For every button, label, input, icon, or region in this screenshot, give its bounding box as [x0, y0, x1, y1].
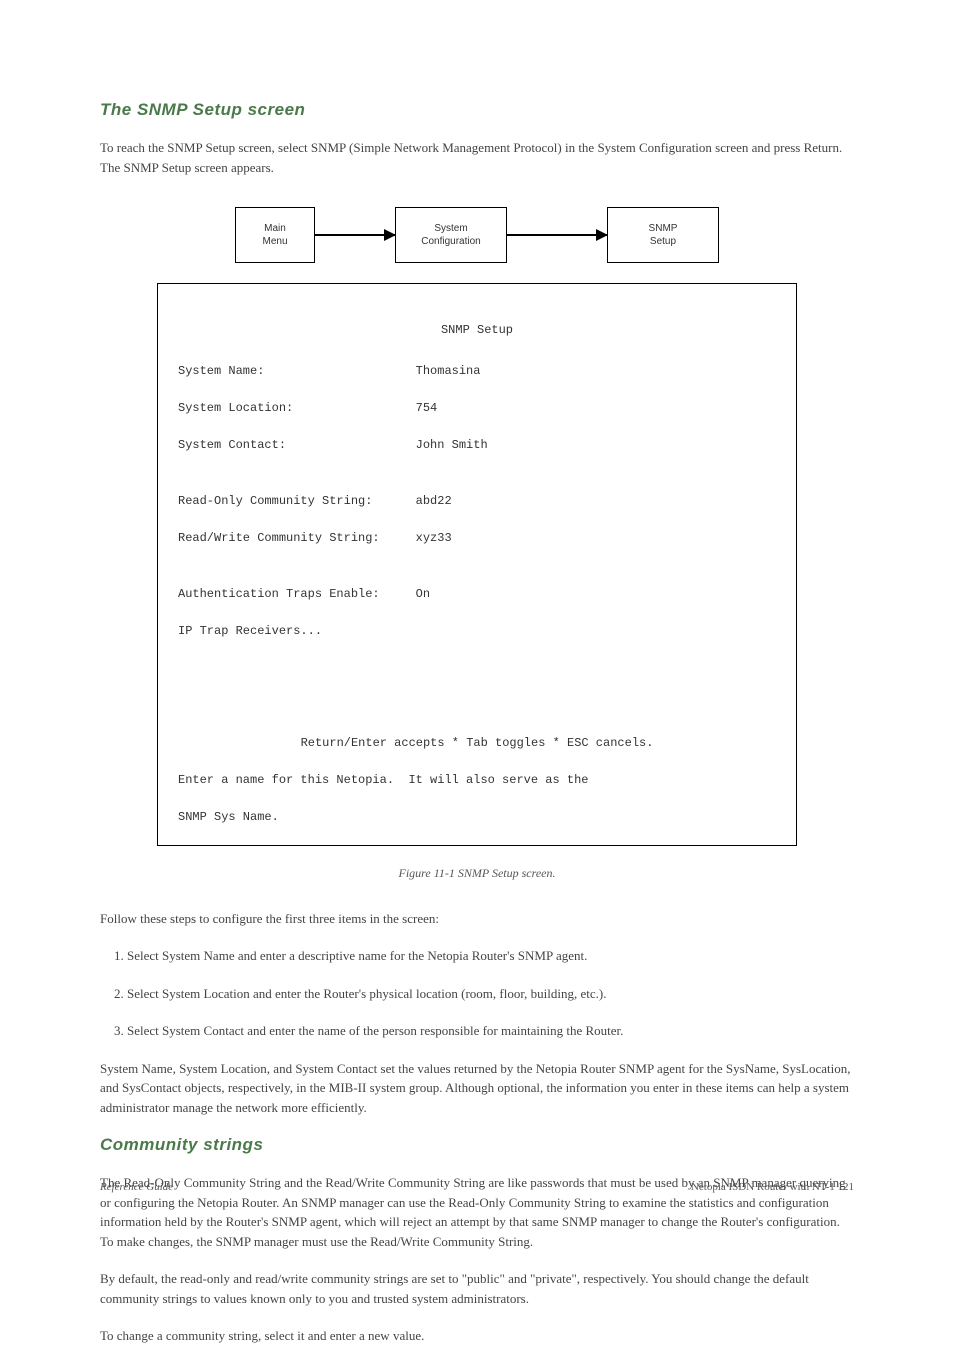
flow-box-snmp-setup: SNMP Setup	[607, 207, 719, 263]
note-paragraph: System Name, System Location, and System…	[100, 1059, 854, 1118]
console-line: IP Trap Receivers...	[178, 622, 776, 641]
flow-box-line: Menu	[262, 235, 287, 248]
console-screenshot: SNMP Setup System Name: Thomasina System…	[157, 283, 797, 846]
flow-arrow-icon	[315, 234, 395, 236]
console-line: Authentication Traps Enable: On	[178, 585, 776, 604]
console-line: System Name: Thomasina	[178, 362, 776, 381]
flow-box-system-configuration: System Configuration	[395, 207, 507, 263]
navigation-flowchart: Main Menu System Configuration SNMP Setu…	[157, 207, 797, 263]
console-line: Read/Write Community String: xyz33	[178, 529, 776, 548]
console-line: System Location: 754	[178, 399, 776, 418]
paragraph: Follow these steps to configure the firs…	[100, 909, 854, 929]
console-nav-hint: Return/Enter accepts * Tab toggles * ESC…	[178, 734, 776, 753]
flow-box-line: System	[434, 222, 467, 235]
flow-arrow-icon	[507, 234, 607, 236]
step-3: 3. Select System Contact and enter the n…	[114, 1021, 854, 1041]
figure-caption: Figure 11-1 SNMP Setup screen.	[100, 866, 854, 881]
flow-box-line: SNMP	[649, 222, 678, 235]
console-line: Read-Only Community String: abd22	[178, 492, 776, 511]
footer-right: Netopia ISDN Router with NT-1 121	[691, 1181, 854, 1193]
step-1: 1. Select System Name and enter a descri…	[114, 946, 854, 966]
intro-paragraph: To reach the SNMP Setup screen, select S…	[100, 138, 854, 177]
console-title: SNMP Setup	[178, 321, 776, 340]
section-heading-snmp-setup: The SNMP Setup screen	[100, 100, 854, 120]
community-strings-para-3: To change a community string, select it …	[100, 1326, 854, 1346]
console-hint: Enter a name for this Netopia. It will a…	[178, 771, 776, 790]
section-heading-community-strings: Community strings	[100, 1135, 854, 1155]
flow-box-line: Main	[264, 222, 286, 235]
console-line: System Contact: John Smith	[178, 436, 776, 455]
flow-box-line: Setup	[650, 235, 676, 248]
footer-left: Reference Guide	[100, 1181, 173, 1193]
flow-box-line: Configuration	[421, 235, 480, 248]
flow-box-main-menu: Main Menu	[235, 207, 315, 263]
step-2: 2. Select System Location and enter the …	[114, 984, 854, 1004]
console-hint: SNMP Sys Name.	[178, 808, 776, 827]
page-footer: Reference Guide Netopia ISDN Router with…	[100, 1181, 854, 1193]
community-strings-para-2: By default, the read-only and read/write…	[100, 1269, 854, 1308]
